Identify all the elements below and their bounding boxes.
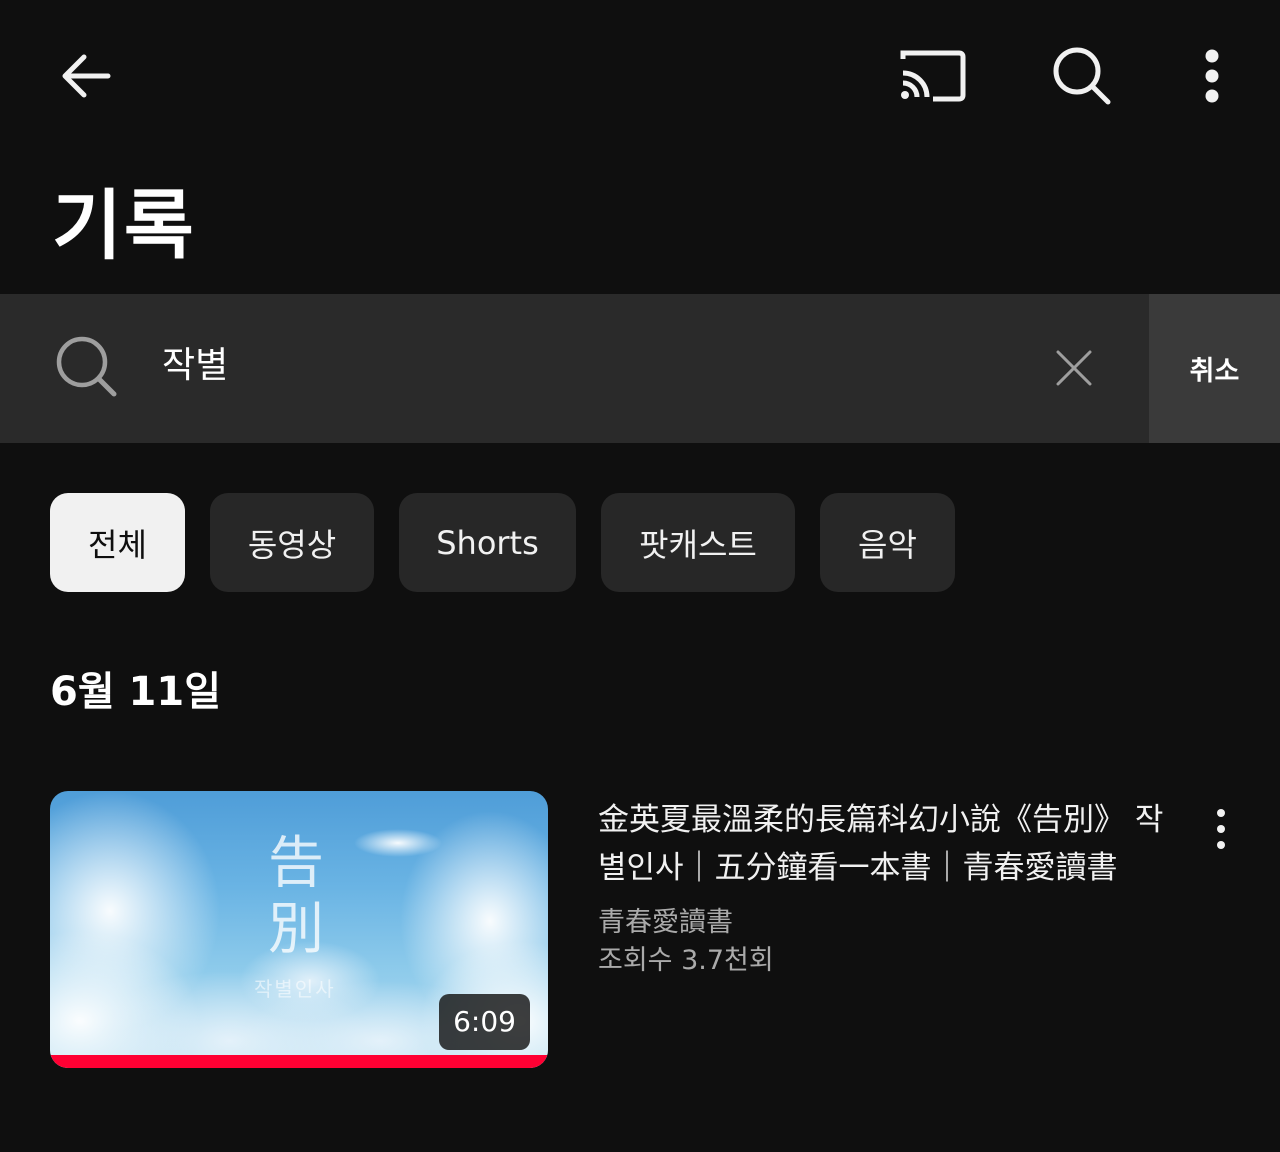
video-channel-name: 青春愛讀書: [598, 907, 733, 938]
watch-progress-bar: [50, 1055, 548, 1068]
search-icon: [56, 336, 117, 397]
search-icon: [1053, 47, 1111, 105]
page-title: 기록: [52, 181, 196, 270]
chip-podcasts[interactable]: 팟캐스트: [601, 493, 795, 592]
cancel-search-button[interactable]: 취소: [1149, 294, 1280, 443]
video-duration-badge: 6:09: [439, 994, 530, 1050]
history-screen: 기록 작별 취소 전체 동영상 Shorts 팟캐스트 음악 6월 11일 告別…: [0, 0, 1280, 1152]
search-button[interactable]: [1040, 36, 1124, 116]
chip-music[interactable]: 음악: [820, 493, 955, 592]
chip-shorts[interactable]: Shorts: [399, 493, 576, 592]
video-view-count: 조회수 3.7천회: [598, 945, 774, 976]
search-input[interactable]: 작별: [0, 294, 1149, 443]
watch-progress-fill: [50, 1055, 548, 1068]
top-app-bar: [0, 0, 1280, 150]
search-query-text[interactable]: 작별: [162, 340, 228, 392]
history-video-item[interactable]: 告別 작별인사 6:09 金英夏最溫柔的長篇科幻小說《告別》 작별인사｜五分鐘看…: [0, 790, 1280, 1070]
chip-videos[interactable]: 동영상: [210, 493, 374, 592]
cast-button[interactable]: [890, 36, 974, 116]
video-details[interactable]: 金英夏最溫柔的長篇科幻小說《告別》 작별인사｜五分鐘看一本書｜青春愛讀書 青春愛…: [598, 796, 1188, 980]
close-icon: [1056, 350, 1092, 386]
back-button[interactable]: [46, 36, 126, 116]
filter-chip-bar: 전체 동영상 Shorts 팟캐스트 음악: [0, 493, 1280, 593]
date-section-header: 6월 11일: [50, 669, 222, 715]
cast-icon: [900, 50, 966, 102]
video-title[interactable]: 金英夏最溫柔的長篇科幻小說《告別》 작별인사｜五分鐘看一本書｜青春愛讀書: [598, 796, 1188, 892]
arrow-left-icon: [62, 54, 111, 98]
more-vert-icon: [1205, 49, 1219, 103]
thumbnail-title-chinese: 告別: [268, 831, 324, 962]
video-action-menu-button[interactable]: [1200, 808, 1242, 850]
thumbnail-title-korean: 작별인사: [254, 977, 336, 1001]
more-vert-icon: [1217, 809, 1225, 849]
clear-search-button[interactable]: [1050, 344, 1098, 392]
more-options-button[interactable]: [1180, 36, 1244, 116]
video-thumbnail[interactable]: 告別 작별인사 6:09: [50, 791, 548, 1068]
chip-all[interactable]: 전체: [50, 493, 185, 592]
